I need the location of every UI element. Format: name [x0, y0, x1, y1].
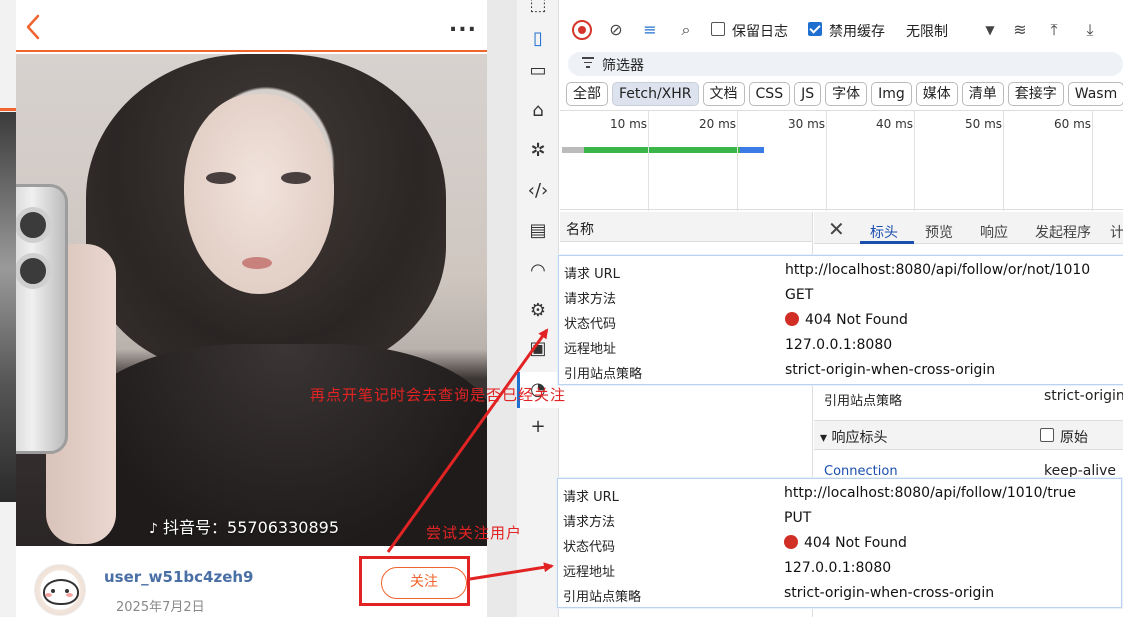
annotation-arrows	[386, 328, 554, 581]
annotation-query-follow: 再点开笔记时会去查询是否已经关注	[310, 386, 567, 404]
arrow-to-put-request	[469, 562, 554, 581]
annotation-try-follow: 尝试关注用户	[426, 524, 523, 542]
arrow-to-get-request	[386, 328, 549, 553]
